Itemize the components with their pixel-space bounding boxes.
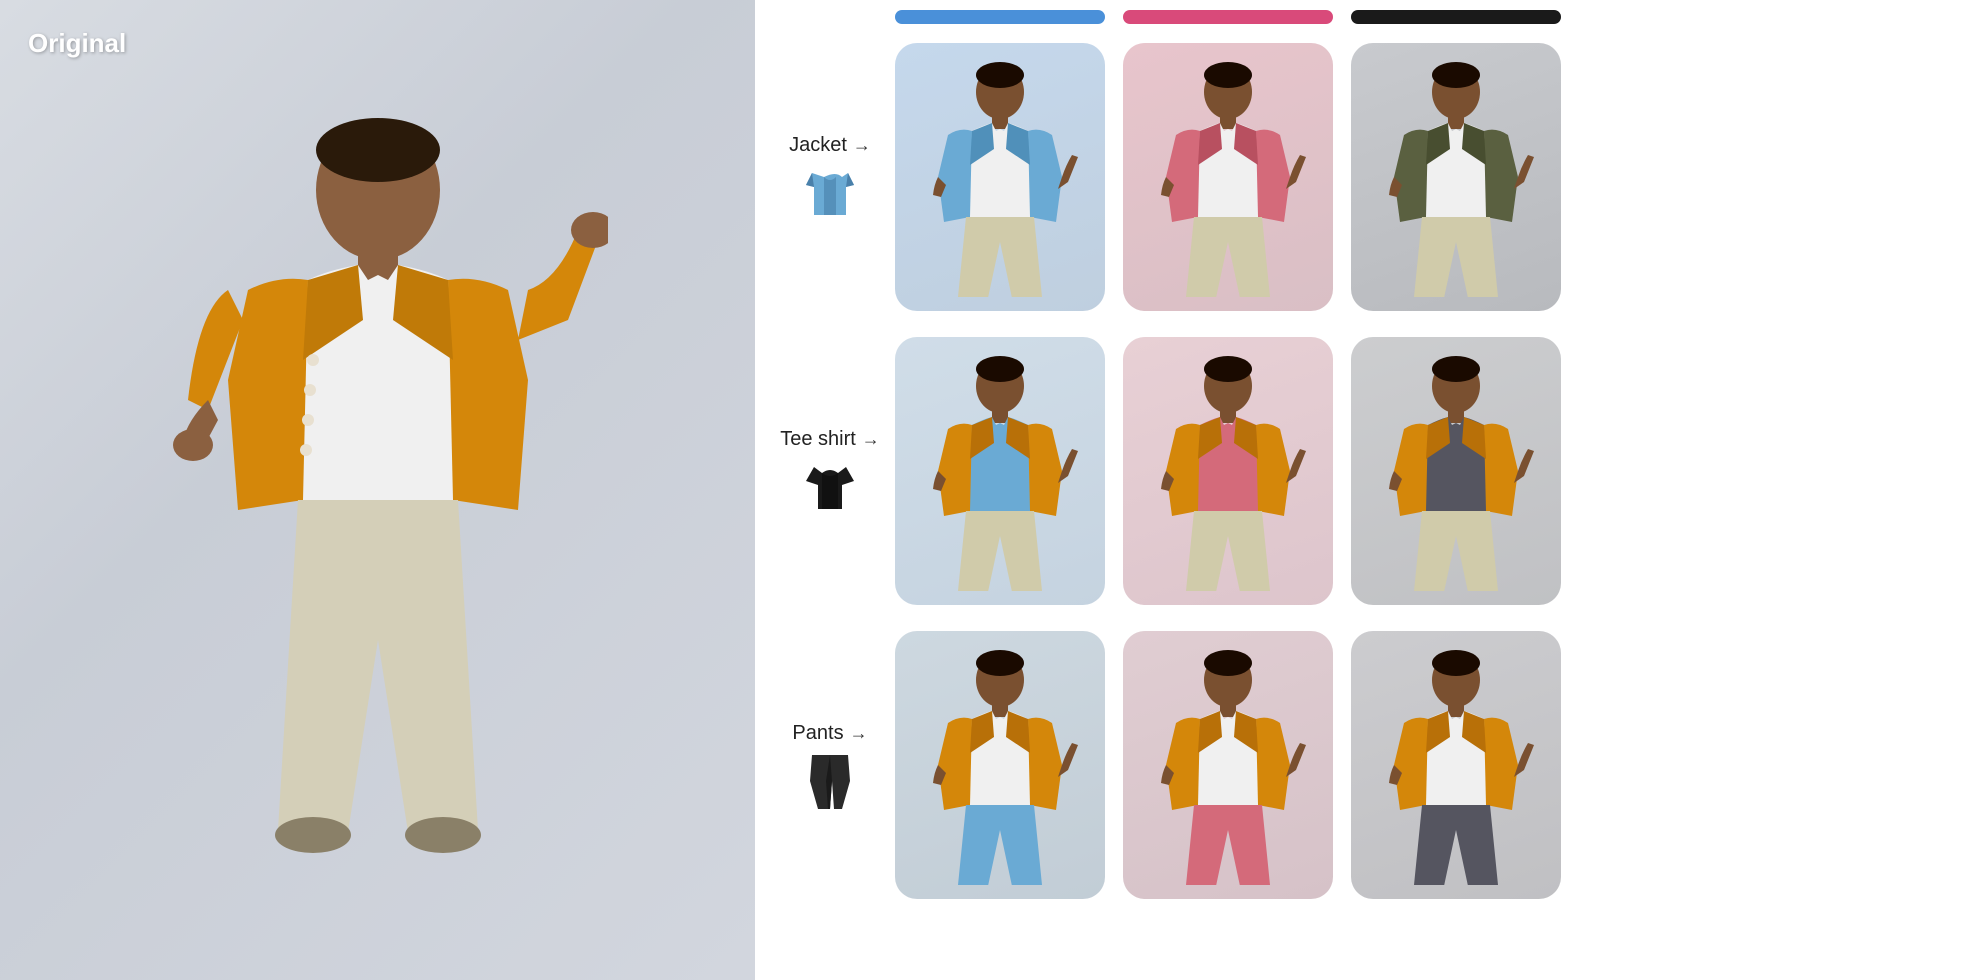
- pants-blue-thumb[interactable]: [895, 631, 1105, 899]
- pants-row: Pants →: [765, 620, 1958, 910]
- original-label: Original: [28, 28, 126, 59]
- original-person-figure: [148, 80, 608, 900]
- jacket-blue-person: [920, 57, 1080, 297]
- tee-pink-person: [1148, 351, 1308, 591]
- jacket-blue-thumb[interactable]: [895, 43, 1105, 311]
- jacket-label: Jacket →: [789, 134, 871, 157]
- pants-icon: [804, 751, 856, 809]
- tee-dark-person: [1376, 351, 1536, 591]
- color-headers: [895, 10, 1958, 24]
- jacket-pink-person: [1148, 57, 1308, 297]
- blue-color-bar[interactable]: [895, 10, 1105, 24]
- tee-row: Tee shirt →: [765, 326, 1958, 616]
- original-panel: Original: [0, 0, 755, 980]
- pants-pink-thumb[interactable]: [1123, 631, 1333, 899]
- tee-icon: [804, 457, 856, 515]
- tee-label-area: Tee shirt →: [765, 428, 895, 515]
- tee-blue-thumb[interactable]: [895, 337, 1105, 605]
- tee-grid: [895, 337, 1569, 605]
- pants-label-area: Pants →: [765, 722, 895, 809]
- jacket-dark-person: [1376, 57, 1536, 297]
- pants-pink-person: [1148, 645, 1308, 885]
- jacket-dark-thumb[interactable]: [1351, 43, 1561, 311]
- jacket-grid: [895, 43, 1569, 311]
- pants-label: Pants →: [792, 722, 867, 745]
- pants-grid: [895, 631, 1569, 899]
- tee-blue-person: [920, 351, 1080, 591]
- original-image: Original: [0, 0, 755, 980]
- right-panel: Jacket →: [755, 0, 1978, 980]
- tee-dark-thumb[interactable]: [1351, 337, 1561, 605]
- tee-pink-thumb[interactable]: [1123, 337, 1333, 605]
- pants-blue-person: [920, 645, 1080, 885]
- pants-dark-thumb[interactable]: [1351, 631, 1561, 899]
- tee-label: Tee shirt →: [780, 428, 880, 451]
- jacket-icon: [804, 163, 856, 221]
- jacket-label-area: Jacket →: [765, 134, 895, 221]
- jacket-row: Jacket →: [765, 32, 1958, 322]
- pants-dark-person: [1376, 645, 1536, 885]
- jacket-pink-thumb[interactable]: [1123, 43, 1333, 311]
- pink-color-bar[interactable]: [1123, 10, 1333, 24]
- black-color-bar[interactable]: [1351, 10, 1561, 24]
